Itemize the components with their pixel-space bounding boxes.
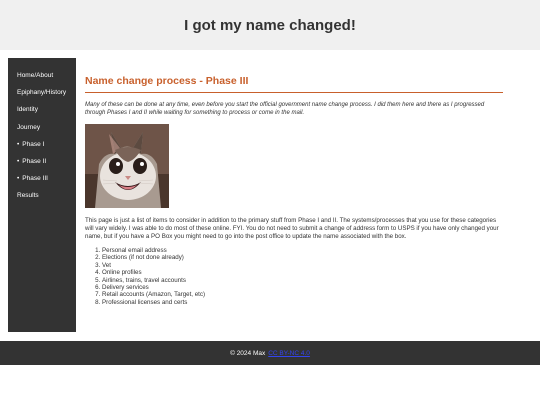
- sidebar-item-label: Home/About: [17, 72, 54, 79]
- sidebar-item-label: Results: [17, 192, 39, 200]
- sidebar-item-phase-2[interactable]: • Phase II: [8, 154, 76, 171]
- sidebar-item-phase-1[interactable]: • Phase I: [8, 137, 76, 154]
- list-item: Personal email address: [102, 247, 503, 254]
- list-item: Vet: [102, 262, 503, 269]
- bullet-icon: •: [17, 175, 20, 183]
- sidebar-item-label: Phase III: [22, 175, 48, 183]
- sidebar-item-label: Phase II: [22, 157, 47, 165]
- sidebar-item-identity[interactable]: Identity: [8, 102, 76, 119]
- list-item: Delivery services: [102, 284, 503, 291]
- site-title: I got my name changed!: [184, 16, 356, 34]
- list-item: Professional licenses and certs: [102, 299, 503, 306]
- sidebar-item-phase-3[interactable]: • Phase III: [8, 171, 76, 188]
- license-link[interactable]: CC BY-NC 4.0: [268, 350, 310, 357]
- items-list: Personal email address Elections (if not…: [85, 247, 503, 306]
- smiling-cat-image: [85, 124, 169, 208]
- site-footer: © 2024 Max CC BY-NC 4.0: [0, 341, 540, 365]
- list-item: Online profiles: [102, 269, 503, 276]
- sidebar-item-epiphany-history[interactable]: Epiphany/History: [8, 85, 76, 102]
- main-content: Name change process - Phase III Many of …: [85, 74, 503, 306]
- sidebar-item-journey[interactable]: Journey: [8, 120, 76, 137]
- sidebar-item-label: Identity: [17, 106, 38, 114]
- body-paragraph: This page is just a list of items to con…: [85, 217, 499, 240]
- sidebar-item-home-about[interactable]: Home/About: [8, 68, 76, 85]
- title-divider: [85, 92, 503, 93]
- sidebar-item-results[interactable]: Results: [8, 188, 76, 205]
- page-title: Name change process - Phase III: [85, 75, 249, 87]
- sidebar-nav: Home/About Epiphany/History Identity Jou…: [8, 58, 76, 332]
- bullet-icon: •: [17, 140, 20, 148]
- site-header: I got my name changed!: [0, 0, 540, 50]
- sidebar-item-label: Epiphany/History: [17, 89, 67, 97]
- list-item: Retail accounts (Amazon, Target, etc): [102, 291, 503, 298]
- list-item: Elections (if not done already): [102, 254, 503, 261]
- list-item: Airlines, trains, travel accounts: [102, 277, 503, 284]
- cat-illustration: [85, 124, 169, 208]
- sidebar-item-label: Phase I: [22, 140, 45, 148]
- sidebar-item-label: Journey: [17, 123, 41, 131]
- bullet-icon: •: [17, 157, 20, 165]
- copyright-text: © 2024 Max: [230, 349, 266, 357]
- intro-paragraph: Many of these can be done at any time, e…: [85, 102, 485, 116]
